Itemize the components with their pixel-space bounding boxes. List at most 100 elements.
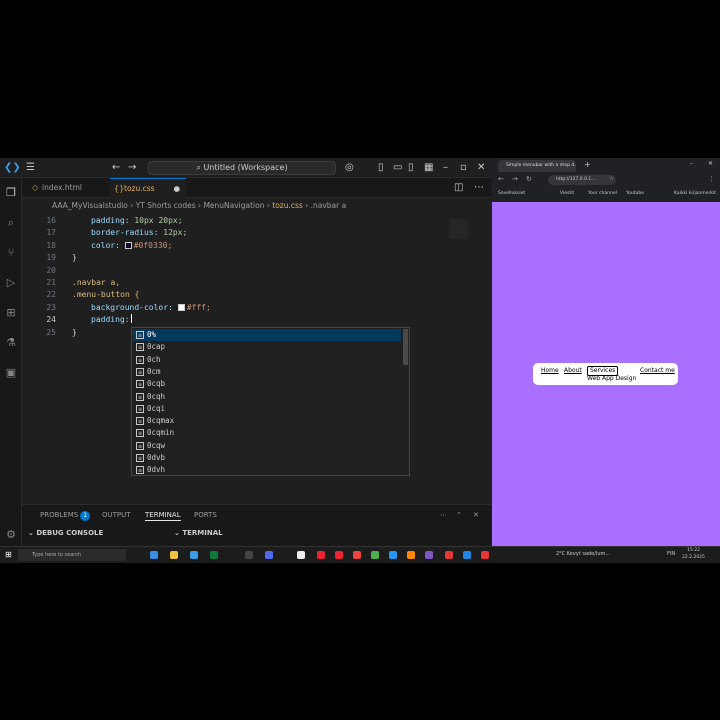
address-bar[interactable]: http://127.0.0.1...	[548, 175, 616, 185]
toggle-secondary-sidebar-icon[interactable]: ▯	[408, 161, 414, 175]
taskbar-search[interactable]: Type here to search	[18, 549, 126, 561]
remote-icon[interactable]: ▣	[4, 366, 18, 380]
suggestion-item[interactable]: ≡ 0cqh	[133, 391, 401, 403]
forward-arrow-icon[interactable]: →	[128, 161, 136, 175]
back-arrow-icon[interactable]: ←	[112, 161, 120, 175]
app-icon[interactable]	[317, 551, 325, 559]
menu-icon[interactable]: ☰	[26, 161, 35, 175]
app-icon[interactable]	[245, 551, 253, 559]
breadcrumb-item[interactable]: tozu.css	[272, 201, 303, 210]
run-debug-icon[interactable]: ▷	[4, 276, 18, 290]
app-icon[interactable]	[353, 551, 361, 559]
minimize-icon[interactable]: –	[690, 160, 693, 167]
css-file-icon: {}	[114, 184, 125, 193]
tab-ports[interactable]: PORTS	[194, 510, 217, 520]
close-panel-icon[interactable]: ✕	[473, 510, 479, 520]
app-icon[interactable]	[481, 551, 489, 559]
close-icon[interactable]: ✕	[477, 161, 485, 175]
app-icon[interactable]	[297, 551, 305, 559]
bookmark-item[interactable]: Sovelluksiet	[498, 191, 525, 197]
app-icon[interactable]	[150, 551, 158, 559]
app-icon[interactable]	[335, 551, 343, 559]
tab-output[interactable]: OUTPUT	[102, 510, 131, 520]
tab-index-html[interactable]: ◇ index.html	[28, 178, 108, 198]
new-tab-icon[interactable]: +	[584, 160, 591, 169]
unsaved-dot-icon[interactable]: ●	[173, 179, 180, 199]
app-icon[interactable]	[190, 551, 198, 559]
bookmark-item[interactable]: Youtube	[626, 191, 644, 197]
copilot-icon[interactable]: ◎	[345, 161, 354, 175]
terminal-section-header[interactable]: ⌄ TERMINAL	[174, 528, 223, 538]
settings-gear-icon[interactable]: ⚙	[4, 528, 18, 542]
color-swatch[interactable]	[124, 241, 132, 249]
explorer-icon[interactable]: ❐	[4, 186, 18, 200]
weather-widget[interactable]: 2°C Kevyt sade/lum...	[556, 551, 610, 557]
chrome-icon[interactable]	[371, 551, 379, 559]
bookmark-item[interactable]: Your channel	[588, 191, 617, 197]
maximize-panel-icon[interactable]: ⌃	[456, 510, 462, 520]
suggestion-item[interactable]: ≡ 0cm	[133, 366, 401, 378]
app-icon[interactable]	[210, 551, 218, 559]
dropdown-item[interactable]: Web App Design	[587, 375, 636, 383]
minimize-icon[interactable]: –	[443, 161, 448, 175]
close-icon[interactable]: ✕	[708, 160, 713, 167]
color-swatch[interactable]	[177, 303, 185, 311]
layout-icon[interactable]: ▦	[424, 161, 433, 175]
more-actions-icon[interactable]: ⋯	[440, 510, 447, 520]
maximize-icon[interactable]: ▫	[460, 161, 467, 175]
back-arrow-icon[interactable]: ←	[498, 175, 504, 183]
toggle-sidebar-icon[interactable]: ▯	[378, 161, 384, 175]
tab-tozu-css[interactable]: {} tozu.css ●	[110, 178, 186, 198]
suggestion-item[interactable]: ≡ 0ch	[133, 354, 401, 366]
source-control-icon[interactable]: ⑂	[4, 246, 18, 260]
value-icon: ≡	[136, 454, 144, 462]
app-icon[interactable]	[425, 551, 433, 559]
breadcrumb-item[interactable]: .navbar a	[311, 201, 347, 210]
split-editor-icon[interactable]: ◫	[454, 181, 463, 195]
suggestion-item[interactable]: ≡ 0cqb	[133, 378, 401, 390]
search-icon[interactable]: ⌕	[4, 216, 18, 230]
suggestion-item[interactable]: ≡ 0cqmin	[133, 427, 401, 439]
suggestion-item[interactable]: ≡ 0cqi	[133, 403, 401, 415]
suggestion-item[interactable]: ≡ 0dvh	[133, 464, 401, 476]
command-center[interactable]: ⌕ Untitled (Workspace)	[148, 161, 336, 175]
bookmark-item[interactable]: Viestit	[560, 191, 574, 197]
tab-problems[interactable]: PROBLEMS 1	[40, 510, 91, 521]
reload-icon[interactable]: ↻	[526, 175, 532, 183]
css-value: #fff;	[186, 302, 211, 312]
breadcrumb-item[interactable]: MenuNavigation	[203, 201, 264, 210]
windows-start-icon[interactable]: ⊞	[5, 550, 12, 559]
debug-console-header[interactable]: ⌄ DEBUG CONSOLE	[28, 528, 103, 538]
minimap[interactable]	[450, 219, 468, 239]
tab-terminal[interactable]: TERMINAL	[145, 510, 181, 521]
nav-link-home[interactable]: Home	[541, 367, 559, 375]
browser-tab[interactable]: Simple menubar with a drop d...	[498, 160, 576, 172]
forward-arrow-icon[interactable]: →	[512, 175, 518, 183]
activity-bar: ❐ ⌕ ⑂ ▷ ⊞ ⚗ ▣ ⚙	[0, 178, 22, 546]
suggestion-item[interactable]: ≡ 0cqmax	[133, 415, 401, 427]
app-icon[interactable]	[389, 551, 397, 559]
suggestion-item[interactable]: ≡ 0%	[133, 329, 401, 342]
suggestion-scrollbar[interactable]	[403, 329, 408, 365]
file-explorer-icon[interactable]	[170, 551, 178, 559]
vscode-taskbar-icon[interactable]	[463, 551, 471, 559]
app-icon[interactable]	[265, 551, 273, 559]
extensions-icon[interactable]: ⊞	[4, 306, 18, 320]
suggestion-item[interactable]: ≡ 0dvb	[133, 452, 401, 464]
breadcrumb-item[interactable]: YT Shorts codes	[136, 201, 196, 210]
toggle-panel-icon[interactable]: ▭	[393, 161, 402, 175]
app-icon[interactable]	[445, 551, 453, 559]
clock[interactable]: 15:22 22.2.2025	[682, 547, 705, 561]
suggestion-item[interactable]: ≡ 0cap	[133, 341, 401, 353]
suggestion-item[interactable]: ≡ 0cqw	[133, 440, 401, 452]
language-indicator[interactable]: FIN	[667, 551, 675, 557]
bookmark-item[interactable]: Kaikki kirjanmerkit	[674, 191, 716, 197]
breadcrumb-item[interactable]: AAA_MyVisualstudio	[52, 201, 128, 210]
nav-link-contact[interactable]: Contact me	[640, 367, 675, 375]
browser-menu-icon[interactable]: ⋮	[708, 175, 715, 183]
nav-link-about[interactable]: About	[564, 367, 582, 375]
more-actions-icon[interactable]: ⋯	[474, 181, 484, 195]
app-icon[interactable]	[407, 551, 415, 559]
testing-icon[interactable]: ⚗	[4, 336, 18, 350]
bookmark-star-icon[interactable]: ☆	[609, 175, 614, 182]
